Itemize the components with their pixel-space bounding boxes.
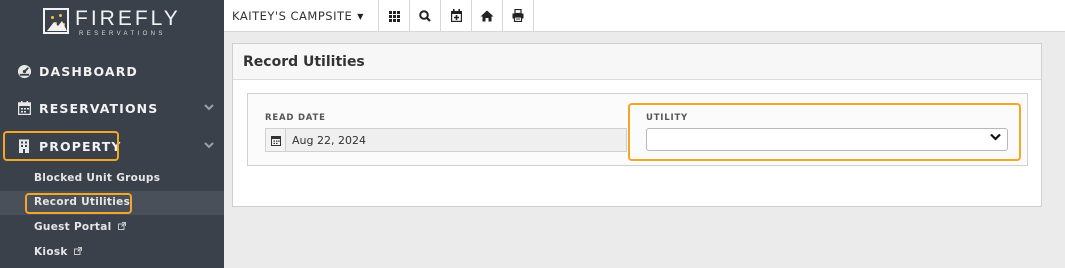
sidebar-item-dashboard[interactable]: DASHBOARD	[0, 53, 224, 89]
sidebar-subitem-kiosk[interactable]: Kiosk	[0, 241, 224, 265]
calendar-add-button[interactable]	[441, 0, 472, 32]
record-utilities-highlight	[25, 193, 132, 214]
sidebar: FIREFLY RESERVATIONS DASHBOARD RESERVATI…	[0, 0, 224, 268]
calendar-icon[interactable]	[266, 129, 286, 151]
printer-button[interactable]	[503, 0, 534, 32]
brand-name: FIREFLY	[75, 7, 181, 30]
search-icon	[419, 7, 431, 26]
read-date-field[interactable]: Aug 22, 2024	[265, 128, 627, 152]
sidebar-subitem-label-wrap: Guest Portal	[34, 221, 126, 233]
printer-icon	[512, 7, 524, 26]
read-date-value: Aug 22, 2024	[292, 134, 366, 147]
sidebar-subitem-label: Blocked Unit Groups	[34, 172, 161, 184]
caret-down-icon: ▼	[357, 11, 364, 21]
page-title: Record Utilities	[243, 53, 365, 70]
utility-highlight	[628, 103, 1021, 161]
panel-header: Record Utilities	[233, 44, 1041, 80]
calendar-add-icon	[450, 7, 462, 26]
property-highlight	[3, 131, 119, 161]
sidebar-subitem-label: Kiosk	[34, 246, 68, 258]
campsite-selector[interactable]: KAITEY'S CAMPSITE ▼	[224, 0, 379, 32]
calendar-icon	[16, 100, 32, 116]
sidebar-subitem-label: Guest Portal	[34, 221, 112, 233]
sidebar-item-label: RESERVATIONS	[39, 100, 159, 116]
home-icon	[480, 7, 494, 26]
sidebar-subitem-label-wrap: Kiosk	[34, 246, 82, 258]
sidebar-item-label: DASHBOARD	[39, 63, 138, 79]
campsite-selector-label: KAITEY'S CAMPSITE	[232, 9, 353, 23]
home-button[interactable]	[472, 0, 503, 32]
dashboard-icon	[16, 63, 32, 79]
firefly-logo[interactable]: FIREFLY RESERVATIONS	[43, 7, 181, 38]
sidebar-item-reservations[interactable]: RESERVATIONS	[0, 90, 224, 126]
top-toolbar: KAITEY'S CAMPSITE ▼	[224, 0, 1065, 32]
grid-button[interactable]	[379, 0, 410, 32]
grid-icon	[388, 7, 400, 26]
brand-tagline: RESERVATIONS	[79, 31, 166, 37]
read-date-label: READ DATE	[265, 113, 326, 123]
external-link-icon	[115, 222, 126, 232]
external-link-icon	[71, 247, 82, 257]
sidebar-subitem-blocked-unit-groups[interactable]: Blocked Unit Groups	[0, 167, 224, 191]
search-button[interactable]	[410, 0, 441, 32]
chevron-down-icon	[204, 103, 214, 114]
sidebar-subitem-guest-portal[interactable]: Guest Portal	[0, 216, 224, 240]
chevron-down-icon	[204, 141, 214, 152]
logo-mark-icon	[43, 8, 69, 34]
